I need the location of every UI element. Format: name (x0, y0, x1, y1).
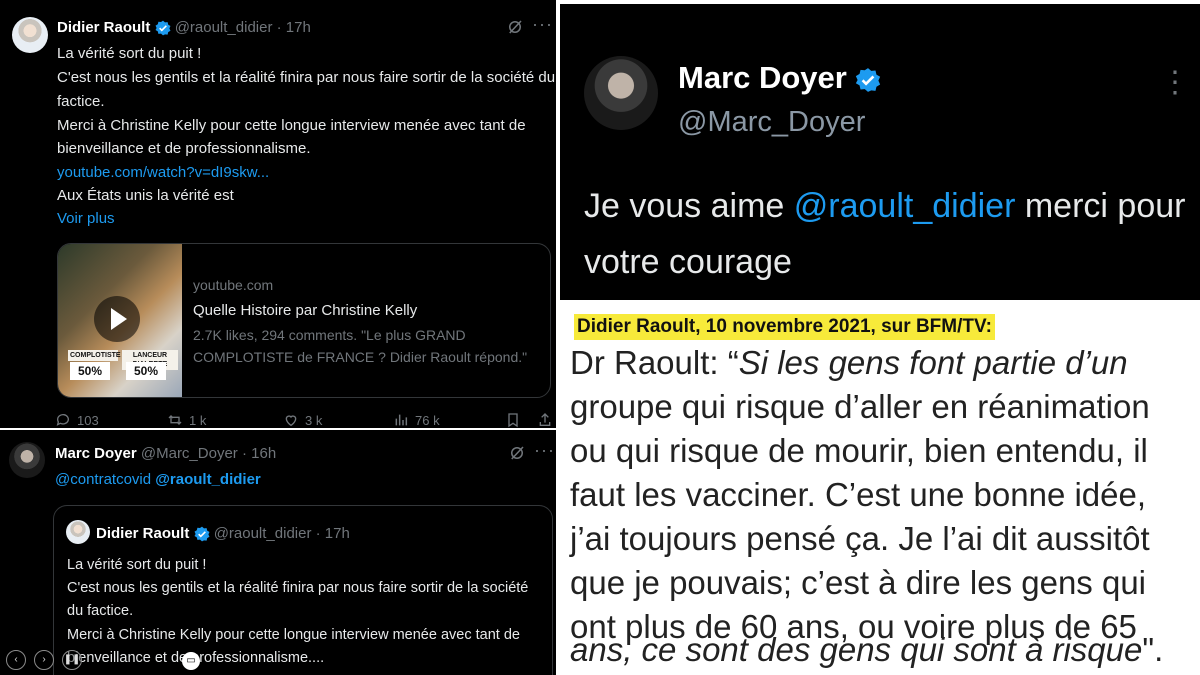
author-name[interactable]: Marc Doyer (55, 445, 137, 462)
avatar[interactable] (584, 56, 658, 130)
verified-badge-icon (155, 20, 170, 36)
quote-panel: Didier Raoult, 10 novembre 2021, sur BFM… (560, 304, 1200, 675)
video-forward-icon[interactable]: › (34, 650, 54, 670)
bookmark-icon[interactable] (505, 412, 521, 428)
card-domain: youtube.com (193, 277, 274, 293)
card-title: Quelle Histoire par Christine Kelly (193, 302, 418, 319)
reply-mentions: @contratcovid @raoult_didier (55, 468, 261, 491)
quote-line: ou qui risque de mourir, bien entendu, i… (570, 432, 1148, 469)
author-handle[interactable]: @Marc_Doyer (678, 106, 865, 139)
card-description: COMPLOTISTE de FRANCE ? Didier Raoult ré… (193, 349, 528, 365)
retweet-button[interactable]: 1 k (167, 412, 206, 428)
like-button[interactable]: 3 k (283, 412, 322, 428)
reply-icon (56, 414, 69, 426)
video-pause-icon[interactable]: ❚❚ (62, 650, 82, 670)
tweet-doyer-reply[interactable]: Marc Doyer @Marc_Doyer · 16h ··· @contra… (0, 430, 556, 675)
video-thumbnail[interactable]: COMPLOTISTE LANCEUR D'ALERTE 50% 50% (58, 244, 182, 397)
quote-line: Dr Raoult: “Si les gens font partie d’un (570, 342, 1128, 384)
quote-closing: ". (1142, 631, 1164, 668)
play-icon[interactable] (94, 296, 140, 342)
tweet-header: Didier Raoult @raoult_didier · 17h (57, 16, 311, 39)
more-options-icon[interactable]: ⋮ (1160, 68, 1190, 98)
quote-line: faut les vacciner. C’est une bonne idée, (570, 476, 1147, 513)
mention-link[interactable]: @raoult_didier (155, 471, 260, 488)
quote-speaker: Dr Raoult: “ (570, 344, 739, 381)
author-name[interactable]: Marc Doyer (678, 60, 881, 96)
tweet-text-line: La vérité sort du puit ! (57, 45, 202, 62)
quoted-text-line: La vérité sort du puit ! (67, 557, 207, 573)
quote-line: j’ai toujours pensé ça. Je l’ai dit auss… (570, 520, 1150, 557)
quote-text: ans, ce sont des gens qui sont à risque (570, 631, 1143, 668)
quoted-tweet[interactable]: Didier Raoult @raoult_didier · 17h La vé… (53, 505, 553, 675)
like-count: 3 k (305, 412, 323, 428)
show-more-link[interactable]: Voir plus (57, 207, 115, 230)
author-name-text: Marc Doyer (678, 60, 847, 95)
tweet-text-line: bienveillance et de professionnalisme. (57, 140, 311, 157)
quote-text: Si les gens font partie d’un (738, 344, 1128, 381)
author-name[interactable]: Didier Raoult (96, 525, 189, 542)
video-back-icon[interactable]: ‹ (6, 650, 26, 670)
thumbnail-percent: 50% (70, 362, 110, 380)
reply-button[interactable]: 103 (55, 412, 99, 428)
tweet-text-line: factice. (57, 93, 105, 110)
video-camera-icon[interactable]: ▭ (182, 652, 200, 670)
avatar[interactable] (66, 520, 90, 544)
quoted-text-line: Merci à Christine Kelly pour cette longu… (67, 627, 520, 643)
share-icon[interactable] (537, 412, 553, 428)
timestamp[interactable]: · 16h (242, 445, 276, 462)
reply-count: 103 (77, 412, 99, 428)
tweet-doyer-zoomed[interactable]: Marc Doyer @Marc_Doyer ⋮ Je vous aime @r… (560, 4, 1200, 300)
quote-heading: Didier Raoult, 10 novembre 2021, sur BFM… (574, 314, 995, 340)
thumbnail-label: COMPLOTISTE (68, 350, 121, 361)
avatar[interactable] (9, 442, 45, 478)
heart-icon (285, 415, 297, 427)
tweet-text-line: Je vous aime @raoult_didier merci pour (584, 186, 1185, 226)
youtube-link[interactable]: youtube.com/watch?v=dI9skw... (57, 161, 269, 184)
tweet-text-line: Merci à Christine Kelly pour cette longu… (57, 117, 526, 134)
tweet-text-line: Aux États unis la vérité est (57, 187, 234, 204)
more-options-icon[interactable]: ··· (534, 440, 555, 461)
author-handle[interactable]: @raoult_didier (175, 19, 273, 36)
link-preview-card[interactable]: COMPLOTISTE LANCEUR D'ALERTE 50% 50% you… (57, 243, 551, 398)
author-handle[interactable]: @Marc_Doyer (141, 445, 238, 462)
quote-line: groupe qui risque d’aller en réanimation (570, 388, 1150, 425)
tweet-text-line: C'est nous les gentils et la réalité fin… (57, 69, 556, 86)
views-button[interactable]: 76 k (393, 412, 440, 428)
author-name[interactable]: Didier Raoult (57, 19, 150, 36)
thumbnail-percent: 50% (126, 362, 166, 380)
tweet-actions: 103 1 k 3 k 76 k (55, 412, 555, 428)
quoted-header: Didier Raoult @raoult_didier · 17h (96, 522, 350, 545)
mention-link[interactable]: @raoult_didier (794, 187, 1016, 225)
avatar[interactable] (12, 17, 48, 53)
more-options-icon[interactable]: ··· (532, 14, 553, 35)
view-count: 76 k (415, 412, 440, 428)
timestamp[interactable]: · 17h (316, 525, 350, 542)
quoted-text-line: C'est nous les gentils et la réalité fin… (67, 580, 529, 596)
timestamp[interactable]: · 17h (277, 19, 311, 36)
retweet-icon (168, 415, 182, 425)
card-description: 2.7K likes, 294 comments. "Le plus GRAND (193, 327, 466, 343)
tweet-text: merci pour (1015, 187, 1186, 225)
grok-icon[interactable] (506, 18, 524, 36)
verified-badge-icon (856, 67, 881, 92)
quoted-text-line: du factice. (67, 603, 134, 619)
views-chart-icon (395, 414, 408, 426)
quote-line: que je pouvais; c’est à dire les gens qu… (570, 564, 1147, 601)
retweet-count: 1 k (189, 412, 207, 428)
quote-line: ans, ce sont des gens qui sont à risque"… (570, 629, 1163, 671)
author-handle[interactable]: @raoult_didier (214, 525, 312, 542)
tweet-raoult[interactable]: Didier Raoult @raoult_didier · 17h ··· L… (0, 0, 556, 428)
verified-badge-icon (194, 526, 209, 542)
tweet-text: Je vous aime (584, 187, 794, 225)
grok-icon[interactable] (508, 444, 526, 462)
tweet-header: Marc Doyer @Marc_Doyer · 16h (55, 442, 276, 465)
tweet-text-line: votre courage (584, 243, 792, 281)
mention-link[interactable]: @contratcovid (55, 471, 151, 488)
